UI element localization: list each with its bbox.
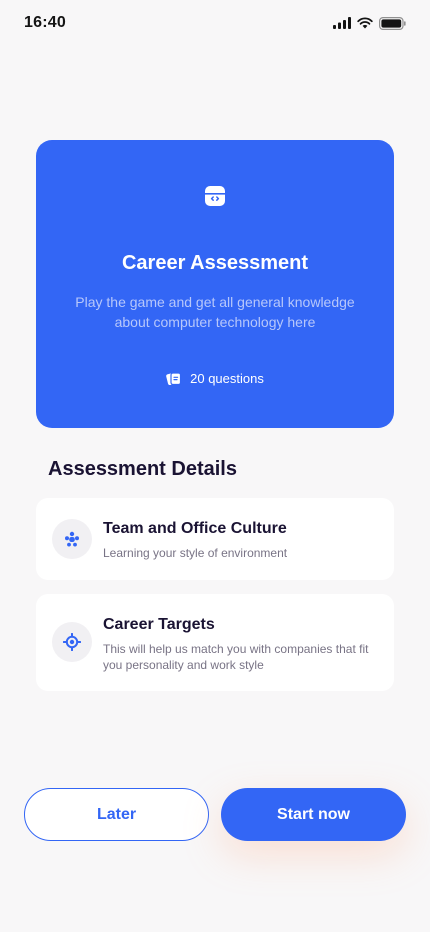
- signal-icon: [333, 17, 351, 29]
- detail-item-title: Team and Office Culture: [103, 520, 287, 537]
- wifi-icon: [357, 17, 373, 29]
- team-icon: [52, 519, 92, 559]
- status-icons: [333, 16, 406, 30]
- detail-item-subtitle: Learning your style of environment: [103, 546, 288, 560]
- detail-item-team-culture[interactable]: Team and Office Culture Learning your st…: [36, 498, 394, 580]
- detail-item-career-targets[interactable]: Career Targets This will help us match y…: [36, 594, 394, 691]
- section-title: Assessment Details: [48, 458, 237, 480]
- status-bar: 16:40: [0, 0, 430, 48]
- status-time: 16:40: [24, 14, 66, 31]
- hero-description: Play the game and get all general knowle…: [75, 294, 355, 330]
- target-icon: [52, 622, 92, 662]
- start-now-button[interactable]: Start now: [221, 788, 406, 841]
- hero-title: Career Assessment: [121, 252, 309, 274]
- detail-item-subtitle: This will help us match you with compani…: [103, 642, 369, 672]
- career-assessment-card[interactable]: Career Assessment Play the game and get …: [36, 140, 394, 428]
- later-button[interactable]: Later: [24, 788, 209, 841]
- code-window-icon: [205, 186, 225, 206]
- questions-count: 20 questions: [36, 371, 394, 386]
- cards-icon: [166, 372, 182, 386]
- battery-icon: [379, 16, 406, 30]
- detail-item-title: Career Targets: [103, 616, 215, 633]
- questions-label: 20 questions: [190, 371, 264, 386]
